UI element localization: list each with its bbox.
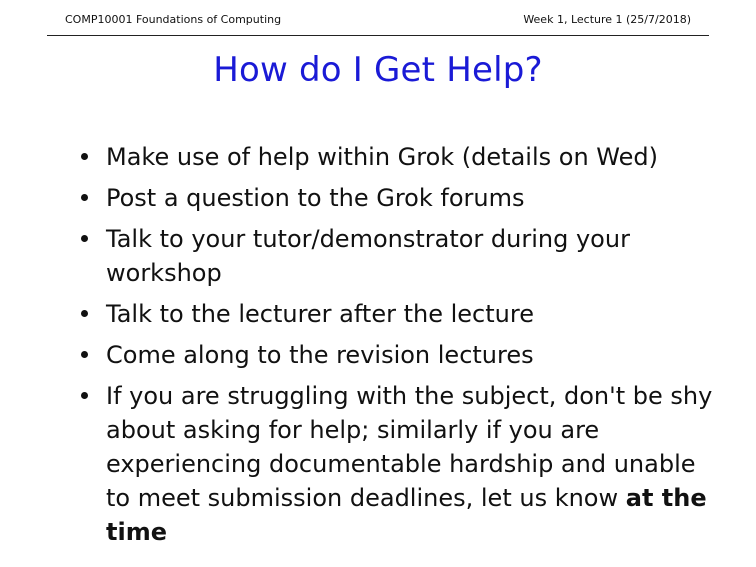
bullet-text: If you are struggling with the subject, … bbox=[106, 382, 713, 512]
bullet-text: Come along to the revision lectures bbox=[106, 341, 534, 369]
bullet-dot-icon bbox=[81, 351, 88, 358]
bullet-dot-icon bbox=[81, 392, 88, 399]
bullet-item: Make use of help within Grok (details on… bbox=[78, 140, 718, 174]
slide-header: COMP10001 Foundations of Computing Week … bbox=[47, 11, 709, 36]
bullet-dot-icon bbox=[81, 235, 88, 242]
slide-title: How do I Get Help? bbox=[213, 50, 543, 90]
bullet-dot-icon bbox=[81, 310, 88, 317]
bullet-item: If you are struggling with the subject, … bbox=[78, 379, 718, 549]
bullet-item: Come along to the revision lectures bbox=[78, 338, 718, 372]
bullet-text: Post a question to the Grok forums bbox=[106, 184, 525, 212]
bullet-item: Talk to your tutor/demonstrator during y… bbox=[78, 222, 718, 290]
bullet-dot-icon bbox=[81, 153, 88, 160]
bullet-item: Talk to the lecturer after the lecture bbox=[78, 297, 718, 331]
bullet-item: Post a question to the Grok forums bbox=[78, 181, 718, 215]
bullet-text: Make use of help within Grok (details on… bbox=[106, 143, 658, 171]
bullet-text: Talk to your tutor/demonstrator during y… bbox=[106, 225, 630, 287]
lecture-info: Week 1, Lecture 1 (25/7/2018) bbox=[523, 13, 691, 26]
course-name: COMP10001 Foundations of Computing bbox=[65, 13, 282, 26]
bullet-list: Make use of help within Grok (details on… bbox=[78, 140, 718, 556]
bullet-text: Talk to the lecturer after the lecture bbox=[106, 300, 534, 328]
bullet-dot-icon bbox=[81, 194, 88, 201]
